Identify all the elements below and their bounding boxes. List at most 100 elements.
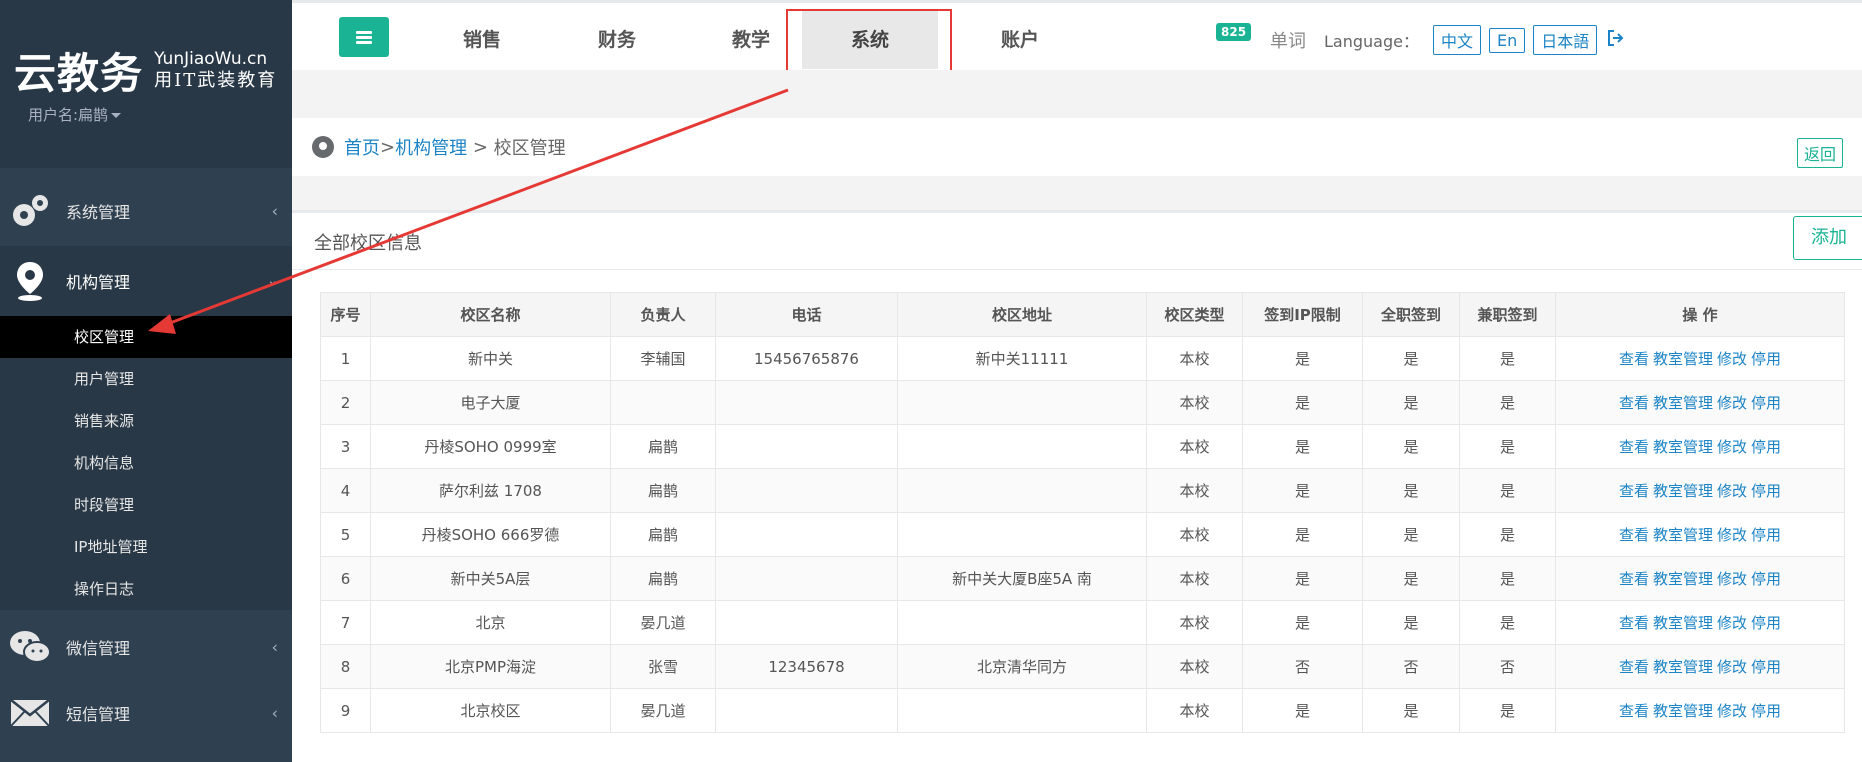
cell-actions: 查看 教室管理 修改 停用 <box>1555 424 1845 469</box>
view-link[interactable]: 查看 <box>1619 614 1649 632</box>
disable-link[interactable]: 停用 <box>1751 658 1781 676</box>
view-link[interactable]: 查看 <box>1619 526 1649 544</box>
cell-manager: 扁鹊 <box>610 556 716 601</box>
disable-link[interactable]: 停用 <box>1751 482 1781 500</box>
classroom-link[interactable]: 教室管理 <box>1653 658 1713 676</box>
hamburger-menu-button[interactable] <box>339 17 389 57</box>
sidebar-item-org-info[interactable]: 机构信息 <box>0 442 292 484</box>
disable-link[interactable]: 停用 <box>1751 394 1781 412</box>
cell-address <box>897 380 1147 425</box>
cell-actions: 查看 教室管理 修改 停用 <box>1555 380 1845 425</box>
nav-org-management[interactable]: 机构管理 ⌄ <box>0 246 292 316</box>
cell-phone: 12345678 <box>715 644 898 689</box>
add-campus-button[interactable]: 添加 <box>1793 216 1862 260</box>
cell-name: 新中关 <box>370 336 611 381</box>
cell-ip-limit: 是 <box>1242 424 1363 469</box>
table-row: 9 北京校区 晏几道 本校是是是查看 教室管理 修改 停用 <box>320 688 1845 733</box>
tab-account[interactable]: 账户 <box>952 11 1088 69</box>
classroom-link[interactable]: 教室管理 <box>1653 438 1713 456</box>
brand-slogan: 用IT武装教育 <box>154 69 278 91</box>
classroom-link[interactable]: 教室管理 <box>1653 570 1713 588</box>
col-header-phone: 电话 <box>715 292 898 337</box>
edit-link[interactable]: 修改 <box>1717 658 1747 676</box>
cell-fulltime: 是 <box>1362 380 1460 425</box>
chevron-left-icon: ‹ <box>271 201 278 221</box>
breadcrumb-home-link[interactable]: 首页 <box>344 134 380 160</box>
edit-link[interactable]: 修改 <box>1717 614 1747 632</box>
sidebar-item-users[interactable]: 用户管理 <box>0 358 292 400</box>
classroom-link[interactable]: 教室管理 <box>1653 614 1713 632</box>
disable-link[interactable]: 停用 <box>1751 614 1781 632</box>
user-menu[interactable]: 用户名:扁鹊 <box>28 104 122 125</box>
tab-sales[interactable]: 销售 <box>414 11 550 69</box>
tab-finance[interactable]: 财务 <box>549 11 685 69</box>
gears-icon <box>4 185 56 237</box>
sidebar-item-ip-address[interactable]: IP地址管理 <box>0 526 292 568</box>
cell-name: 新中关5A层 <box>370 556 611 601</box>
nav-system-label: 系统管理 <box>66 203 131 222</box>
return-button[interactable]: 返回 <box>1797 138 1844 168</box>
lang-chinese-button[interactable]: 中文 <box>1432 25 1481 55</box>
sidebar-item-sales-source[interactable]: 销售来源 <box>0 400 292 442</box>
cell-ip-limit: 是 <box>1242 380 1363 425</box>
cell-manager: 扁鹊 <box>610 424 716 469</box>
view-link[interactable]: 查看 <box>1619 438 1649 456</box>
col-header-ip-limit: 签到IP限制 <box>1242 292 1363 337</box>
cell-type: 本校 <box>1146 688 1243 733</box>
cell-type: 本校 <box>1146 600 1243 645</box>
cell-phone <box>715 600 898 645</box>
edit-link[interactable]: 修改 <box>1717 350 1747 368</box>
message-indicator[interactable]: 825 <box>1216 23 1252 57</box>
sidebar-item-campus[interactable]: 校区管理 <box>0 316 292 358</box>
cell-manager: 李辅国 <box>610 336 716 381</box>
brand: 云教务 YunJiaoWu.cn 用IT武装教育 用户名:扁鹊 <box>0 0 292 168</box>
disable-link[interactable]: 停用 <box>1751 350 1781 368</box>
classroom-link[interactable]: 教室管理 <box>1653 526 1713 544</box>
sidebar-item-time-slot[interactable]: 时段管理 <box>0 484 292 526</box>
envelope-icon <box>4 687 56 739</box>
edit-link[interactable]: 修改 <box>1717 702 1747 720</box>
vocabulary-link[interactable]: 单词 <box>1270 27 1306 53</box>
view-link[interactable]: 查看 <box>1619 394 1649 412</box>
cell-fulltime: 是 <box>1362 512 1460 557</box>
nav-wechat-management[interactable]: 微信管理 ‹ <box>0 614 292 680</box>
disable-link[interactable]: 停用 <box>1751 526 1781 544</box>
disable-link[interactable]: 停用 <box>1751 570 1781 588</box>
view-link[interactable]: 查看 <box>1619 570 1649 588</box>
view-link[interactable]: 查看 <box>1619 658 1649 676</box>
disable-link[interactable]: 停用 <box>1751 702 1781 720</box>
view-link[interactable]: 查看 <box>1619 482 1649 500</box>
view-link[interactable]: 查看 <box>1619 350 1649 368</box>
col-header-index: 序号 <box>320 292 371 337</box>
breadcrumb-separator: > <box>467 136 494 158</box>
cell-phone <box>715 380 898 425</box>
edit-link[interactable]: 修改 <box>1717 482 1747 500</box>
lang-english-button[interactable]: En <box>1488 27 1526 53</box>
col-header-name: 校区名称 <box>370 292 611 337</box>
cell-index: 4 <box>320 468 371 513</box>
classroom-link[interactable]: 教室管理 <box>1653 482 1713 500</box>
classroom-link[interactable]: 教室管理 <box>1653 702 1713 720</box>
cell-name: 北京 <box>370 600 611 645</box>
disable-link[interactable]: 停用 <box>1751 438 1781 456</box>
edit-link[interactable]: 修改 <box>1717 526 1747 544</box>
edit-link[interactable]: 修改 <box>1717 570 1747 588</box>
classroom-link[interactable]: 教室管理 <box>1653 350 1713 368</box>
cell-address <box>897 600 1147 645</box>
view-link[interactable]: 查看 <box>1619 702 1649 720</box>
classroom-link[interactable]: 教室管理 <box>1653 394 1713 412</box>
lang-japanese-button[interactable]: 日本語 <box>1533 25 1598 55</box>
edit-link[interactable]: 修改 <box>1717 394 1747 412</box>
cell-phone <box>715 512 898 557</box>
breadcrumb-org-link[interactable]: 机构管理 <box>395 134 467 160</box>
nav-system-management[interactable]: 系统管理 ‹ <box>0 176 292 246</box>
campus-table-body: 1 新中关 李辅国 15456765876 新中关11111 本校是是是查看 教室管理 修改停… <box>320 336 1845 733</box>
cell-phone <box>715 688 898 733</box>
nav-sms-management[interactable]: 短信管理 ‹ <box>0 680 292 746</box>
cell-ip-limit: 否 <box>1242 644 1363 689</box>
breadcrumb-separator: > <box>380 136 396 158</box>
logout-icon[interactable] <box>1607 29 1625 52</box>
cell-manager <box>610 380 716 425</box>
sidebar-item-operation-log[interactable]: 操作日志 <box>0 568 292 610</box>
edit-link[interactable]: 修改 <box>1717 438 1747 456</box>
